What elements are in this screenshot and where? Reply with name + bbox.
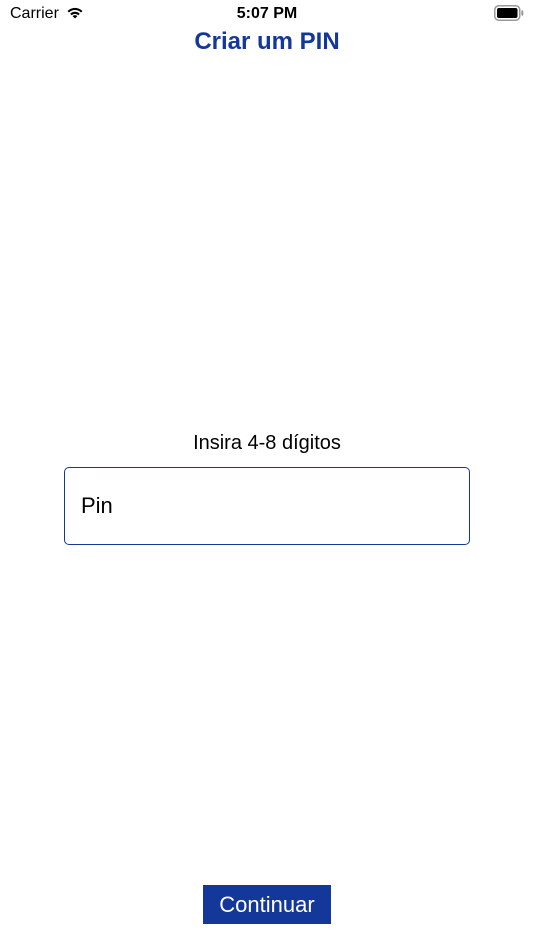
battery-icon [494, 5, 524, 21]
status-bar: Carrier 5:07 PM [0, 0, 534, 28]
page-title: Criar um PIN [194, 28, 340, 55]
create-pin-screen: Carrier 5:07 PM Criar um PIN Insira 4-8 … [0, 0, 534, 950]
pin-instructions: Insira 4-8 dígitos [193, 432, 341, 454]
pin-field[interactable] [64, 467, 470, 545]
pin-input[interactable] [81, 468, 451, 544]
status-time: 5:07 PM [236, 5, 298, 22]
continue-button[interactable]: Continuar [203, 885, 331, 924]
